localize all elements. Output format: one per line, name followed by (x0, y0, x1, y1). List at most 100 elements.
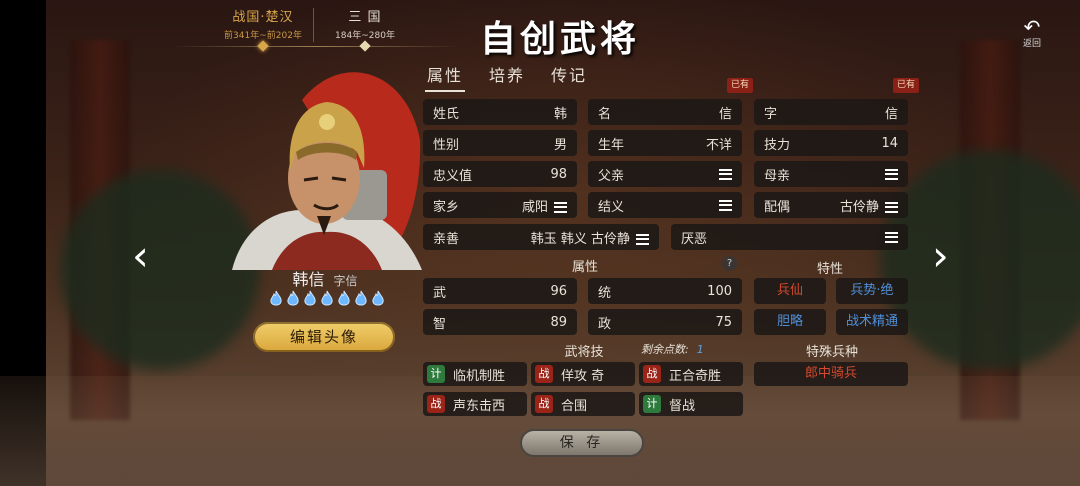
skill-slot[interactable]: 战 合围 (531, 392, 635, 416)
father-field[interactable]: 父亲 (588, 161, 742, 187)
field-label: 配偶 (764, 199, 791, 215)
era-name: 三 国 (348, 10, 382, 25)
stat-label: 武 (433, 285, 447, 301)
next-arrow-icon[interactable]: › (932, 235, 949, 277)
field-label: 厌恶 (681, 231, 708, 247)
special-troop-heading: 特殊兵种 (805, 345, 858, 360)
field-label: 技力 (764, 137, 791, 153)
trait-item[interactable]: 兵仙 (754, 278, 826, 304)
dislike-field[interactable]: 厌恶 (671, 224, 908, 250)
trait-item[interactable]: 兵势·绝 (836, 278, 908, 304)
skill-type-badge: 战 (535, 395, 553, 413)
field-label: 家乡 (433, 199, 460, 215)
skill-slot[interactable]: 战 正合奇胜 (639, 362, 743, 386)
help-icon[interactable]: ? (722, 256, 737, 271)
attributes-heading: 属性 (571, 260, 598, 275)
skill-slot[interactable]: 计 督战 (639, 392, 743, 416)
skill-slot[interactable]: 计 临机制胜 (423, 362, 527, 386)
trait-item[interactable]: 胆略 (754, 309, 826, 335)
stat-value: 89 (550, 314, 567, 330)
edit-avatar-button[interactable]: 编辑头像 (253, 322, 395, 352)
field-value: 信 (884, 106, 898, 122)
field-label: 亲善 (433, 231, 460, 247)
stat-label: 统 (598, 285, 612, 301)
field-value: 古伶静 (839, 199, 879, 215)
skill-name: 佯攻 奇 (561, 368, 605, 384)
era-tab-three-kingdoms[interactable]: 三 国 184年~280年 (310, 6, 420, 52)
skill-name: 督战 (669, 398, 696, 414)
hometown-field[interactable]: 家乡 咸阳 (423, 192, 577, 218)
background-tree (880, 150, 1080, 370)
era-divider-line (170, 46, 460, 47)
spirit-flame-icon (372, 290, 384, 306)
spirit-flame-icon (321, 290, 333, 306)
tab-biography[interactable]: 传记 (549, 62, 589, 92)
surname-field[interactable]: 姓氏 韩 (423, 99, 577, 125)
stat-martial[interactable]: 武 96 (423, 278, 577, 304)
spouse-field[interactable]: 配偶 古伶静 (754, 192, 908, 218)
spirit-flame-icon (287, 290, 299, 306)
traits-heading: 特性 (816, 262, 843, 277)
field-label: 母亲 (764, 168, 791, 184)
stat-politics[interactable]: 政 75 (588, 309, 742, 335)
skill-slot[interactable]: 战 声东击西 (423, 392, 527, 416)
owned-badge: 已有 (727, 78, 754, 93)
field-label: 字 (764, 106, 778, 122)
spirit-flame-icon (355, 290, 367, 306)
field-label: 父亲 (598, 168, 625, 184)
skill-type-badge: 战 (643, 365, 661, 383)
gender-field[interactable]: 性别 男 (423, 130, 577, 156)
field-value: 98 (550, 166, 567, 182)
friendly-field[interactable]: 亲善 韩玉 韩义 古伶静 (423, 224, 659, 250)
stat-value: 96 (550, 283, 567, 299)
era-years: 184年~280年 (335, 31, 395, 41)
menu-icon (885, 168, 898, 180)
era-name: 战国·楚汉 (232, 10, 294, 25)
given-name-field[interactable]: 名 信 (588, 99, 742, 125)
menu-icon (554, 201, 567, 213)
menu-icon (719, 168, 732, 180)
skill-power-field[interactable]: 技力 14 (754, 130, 908, 156)
prev-arrow-icon[interactable]: ‹ (132, 235, 149, 277)
stat-command[interactable]: 统 100 (588, 278, 742, 304)
spirit-flame-icon (270, 290, 282, 306)
back-button[interactable]: ↶ 返回 (1012, 17, 1052, 49)
skill-slot[interactable]: 战 佯攻 奇 (531, 362, 635, 386)
tab-attributes[interactable]: 属性 (425, 62, 466, 92)
skill-name: 合围 (561, 398, 588, 414)
courtesy-name-field[interactable]: 字 信 (754, 99, 908, 125)
sworn-brothers-field[interactable]: 结义 (588, 192, 742, 218)
general-full-name: 韩信 (292, 270, 325, 289)
field-value: 咸阳 (521, 199, 548, 215)
back-label: 返回 (1022, 39, 1041, 49)
era-selector: 战国·楚汉 前341年~前202年 三 国 184年~280年 (170, 6, 460, 52)
page-title: 自创武将 (479, 18, 640, 60)
field-value: 男 (553, 137, 567, 153)
field-label: 忠义值 (433, 168, 473, 184)
menu-icon (719, 199, 732, 211)
field-label: 姓氏 (433, 106, 460, 122)
remaining-label: 剩余点数: (641, 343, 689, 356)
skill-type-badge: 战 (427, 395, 445, 413)
era-tab-warring-states[interactable]: 战国·楚汉 前341年~前202年 (208, 6, 318, 52)
era-marker-icon (359, 40, 371, 52)
remaining-points: 剩余点数: 1 (641, 341, 704, 357)
field-value: 韩玉 韩义 古伶静 (530, 231, 630, 247)
loyalty-field[interactable]: 忠义值 98 (423, 161, 577, 187)
birth-year-field[interactable]: 生年 不详 (588, 130, 742, 156)
save-button[interactable]: 保 存 (520, 429, 644, 457)
spirit-flame-icon (304, 290, 316, 306)
tab-training[interactable]: 培养 (487, 62, 527, 92)
field-label: 名 (598, 106, 612, 122)
trait-item[interactable]: 战术精通 (836, 309, 908, 335)
stat-intelligence[interactable]: 智 89 (423, 309, 577, 335)
menu-icon (885, 231, 898, 243)
special-troop-slot[interactable]: 郎中骑兵 (754, 362, 908, 386)
field-value: 韩 (553, 106, 567, 122)
era-years: 前341年~前202年 (224, 31, 302, 41)
mother-field[interactable]: 母亲 (754, 161, 908, 187)
skill-name: 正合奇胜 (669, 368, 722, 384)
skill-type-badge: 战 (535, 365, 553, 383)
menu-icon (885, 201, 898, 213)
stat-value: 100 (707, 283, 732, 299)
